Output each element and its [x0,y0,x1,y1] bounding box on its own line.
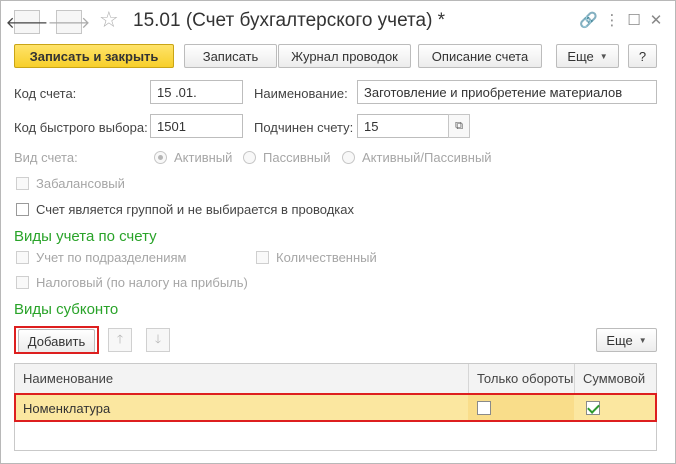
more-actions-icon[interactable]: ⋮ [603,11,621,29]
link-icon[interactable]: 🔗 [579,11,598,29]
subconto-heading: Виды субконто [14,301,119,318]
close-icon[interactable]: ✕ [647,11,665,29]
quick-code-label: Код быстрого выбора: [14,120,148,135]
back-button[interactable]: 🡐 [6,10,48,34]
caret-down-icon: ▼ [638,335,647,345]
name-input[interactable]: Заготовление и приобретение материалов [357,80,657,104]
arrow-right-icon: 🡒 [47,14,91,32]
radio-active-passive[interactable] [342,151,355,164]
parent-account-label: Подчинен счету: [254,120,354,135]
maximize-icon[interactable]: ☐ [625,11,643,29]
arrow-up-icon: 🡑 [116,331,124,346]
journal-button[interactable]: Журнал проводок [278,44,411,68]
account-description-button[interactable]: Описание счета [418,44,542,68]
accounting-types-heading: Виды учета по счету [14,228,157,245]
column-header-turnover-only[interactable]: Только обороты [468,364,574,394]
name-label: Наименование: [254,86,348,101]
radio-passive-label: Пассивный [263,150,331,165]
arrow-left-icon: 🡐 [5,14,49,32]
radio-active[interactable] [154,151,167,164]
caret-down-icon: ▼ [599,51,608,61]
subconto-more-button[interactable]: Еще ▼ [596,328,657,352]
quick-code-input[interactable]: 1501 [150,114,243,138]
parent-account-input[interactable]: 15 [357,114,449,138]
move-up-button[interactable]: 🡑 [108,328,132,352]
move-down-button[interactable]: 🡓 [146,328,170,352]
subconto-more-label: Еще [606,332,633,348]
column-header-sum[interactable]: Суммовой [574,364,656,394]
radio-passive[interactable] [243,151,256,164]
tax-label: Налоговый (по налогу на прибыль) [36,275,248,290]
more-button[interactable]: Еще ▼ [556,44,619,68]
is-group-label: Счет является группой и не выбирается в … [36,202,354,217]
more-label: Еще [567,48,594,64]
off-balance-label: Забалансовый [36,176,125,191]
open-parent-button[interactable]: ⧉ [448,114,470,138]
quantitative-label: Количественный [276,250,377,265]
quantitative-checkbox[interactable] [256,251,269,264]
by-department-checkbox[interactable] [16,251,29,264]
by-department-label: Учет по подразделениям [36,250,187,265]
window-title: 15.01 (Счет бухгалтерского учета) * [133,10,446,31]
radio-active-label: Активный [174,150,233,165]
save-button[interactable]: Записать [184,44,277,68]
account-code-input[interactable]: 15 .01. [150,80,243,104]
radio-active-passive-label: Активный/Пассивный [362,150,492,165]
row-highlight [14,393,657,422]
tax-checkbox[interactable] [16,276,29,289]
account-type-label: Вид счета: [14,150,78,165]
arrow-down-icon: 🡓 [154,331,162,346]
is-group-checkbox[interactable] [16,203,29,216]
off-balance-checkbox[interactable] [16,177,29,190]
forward-button[interactable]: 🡒 [48,10,90,34]
column-header-name[interactable]: Наименование [15,364,468,394]
help-button[interactable]: ? [628,44,657,68]
favorite-star-icon[interactable]: ☆ [99,7,119,33]
account-form-window: 🡐 🡒 ☆ 15.01 (Счет бухгалтерского учета) … [0,0,676,464]
add-button-highlight [14,326,99,354]
account-code-label: Код счета: [14,86,77,101]
open-window-icon: ⧉ [455,119,463,132]
save-and-close-button[interactable]: Записать и закрыть [14,44,174,68]
